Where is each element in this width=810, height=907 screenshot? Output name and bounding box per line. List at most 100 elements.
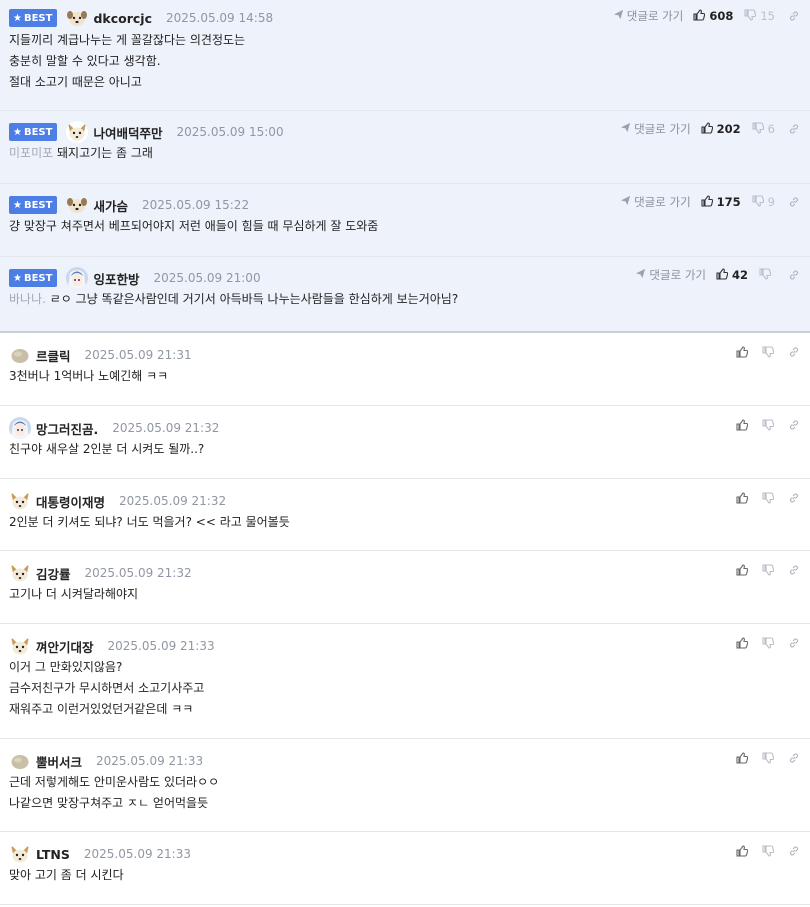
- link-icon[interactable]: [788, 845, 800, 857]
- thumbs-up-icon[interactable]: [736, 752, 748, 764]
- dislike-button[interactable]: 6: [752, 121, 775, 137]
- comment-actions: [736, 416, 800, 434]
- avatar[interactable]: [66, 267, 89, 289]
- best-badge: ★ BEST: [9, 9, 58, 27]
- send-arrow-icon: [620, 195, 634, 209]
- star-icon: ★: [13, 12, 22, 24]
- nickname[interactable]: 망그러진곰.: [36, 419, 98, 438]
- link-icon[interactable]: [788, 10, 800, 22]
- nickname[interactable]: 김강률: [36, 564, 71, 583]
- best-comment: ★ BEST dkcorcjc 2025.05.09 14:58 지들끼리 계급나누는 …: [0, 0, 810, 111]
- comment-actions: [736, 634, 800, 652]
- best-comment: ★ BEST 잉포한방 2025.05.09 21:00 바나나. ㄹㅇ 그냥 똑같은사…: [0, 257, 810, 333]
- comment-text: 2인분 더 키셔도 되냐? 너도 먹을거? << 라고 물어볼듯: [9, 512, 290, 533]
- comment-text: 미포미포 돼지고기는 좀 그래: [9, 143, 153, 164]
- link-icon[interactable]: [788, 564, 800, 576]
- link-icon[interactable]: [788, 196, 800, 208]
- go-to-comment-button[interactable]: 댓글로 가기: [620, 194, 691, 210]
- nickname[interactable]: 뿔버서크: [36, 752, 82, 771]
- thumbs-up-icon[interactable]: [736, 346, 748, 358]
- reply-target[interactable]: 미포미포: [9, 146, 57, 160]
- comment-body: 지들끼리 계급나누는 게 꼴갈잖다는 의견정도는 충분히 말할 수 있다고 생각…: [9, 33, 246, 89]
- thumbs-down-icon[interactable]: [762, 637, 774, 649]
- nickname[interactable]: 대통령이재명: [36, 492, 105, 511]
- avatar[interactable]: [66, 7, 89, 29]
- thumbs-up-icon[interactable]: [736, 419, 748, 431]
- avatar[interactable]: [9, 750, 31, 772]
- avatar[interactable]: [9, 490, 31, 512]
- comment: 뿔버서크 2025.05.09 21:33 근데 저렇게해도 안미운사람도 있더라ㅇ…: [0, 739, 810, 832]
- thumbs-down-icon[interactable]: [762, 492, 774, 504]
- thumbs-up-icon[interactable]: [736, 492, 748, 504]
- comment-text: 고기나 더 시켜달라해야지: [9, 584, 138, 605]
- thumbs-down-icon[interactable]: [762, 752, 774, 764]
- send-arrow-icon: [620, 122, 634, 136]
- dislike-button[interactable]: [759, 267, 775, 283]
- comment: 망그러진곰. 2025.05.09 21:32 친구야 새우살 2인분 더 시켜도 …: [0, 406, 810, 479]
- like-button[interactable]: 175: [701, 194, 741, 210]
- link-icon[interactable]: [788, 123, 800, 135]
- best-badge: ★ BEST: [9, 123, 58, 141]
- comment-body: 이거 그 만화있지않음? 금수저친구가 무시하면서 소고기사주고 재워주고 이런…: [9, 660, 205, 716]
- nickname[interactable]: 새가슴: [93, 196, 128, 215]
- dislike-button[interactable]: 15: [744, 8, 775, 24]
- comment-header: 망그러진곰. 2025.05.09 21:32: [9, 417, 219, 439]
- like-button[interactable]: 202: [701, 121, 741, 137]
- link-icon[interactable]: [788, 269, 800, 281]
- dislike-button[interactable]: 9: [752, 194, 775, 210]
- thumbs-up-icon[interactable]: [736, 637, 748, 649]
- avatar[interactable]: [9, 843, 31, 865]
- comment-actions: [736, 749, 800, 767]
- nickname[interactable]: 껴안기대장: [36, 637, 94, 656]
- comment-date: 2025.05.09 15:00: [176, 125, 284, 139]
- avatar[interactable]: [9, 417, 31, 439]
- link-icon[interactable]: [788, 752, 800, 764]
- comment-header: 대통령이재명 2025.05.09 21:32: [9, 490, 226, 512]
- like-button[interactable]: 608: [693, 8, 733, 24]
- comment-date: 2025.05.09 21:33: [83, 847, 191, 861]
- thumbs-down-icon[interactable]: [762, 419, 774, 431]
- comment-header: LTNS 2025.05.09 21:33: [9, 843, 191, 865]
- go-to-comment-button[interactable]: 댓글로 가기: [613, 8, 683, 24]
- thumbs-up-icon: [701, 121, 717, 137]
- nickname[interactable]: LTNS: [36, 847, 70, 862]
- thumbs-down-icon[interactable]: [762, 845, 774, 857]
- comment-actions: 댓글로 가기 175 9: [620, 193, 800, 211]
- go-to-comment-button[interactable]: 댓글로 가기: [620, 121, 691, 137]
- comment-text: 맞아 고기 좀 더 시킨다: [9, 865, 124, 886]
- nickname[interactable]: 나여배덕쭈만: [93, 123, 162, 142]
- comment-body: 근데 저렇게해도 안미운사람도 있더라ㅇㅇ 나같으면 맞장구쳐주고 ㅈㄴ 얻어먹…: [9, 775, 220, 810]
- thumbs-down-icon: [752, 194, 768, 210]
- thumbs-down-icon: [752, 121, 768, 137]
- comment-body: 맞아 고기 좀 더 시킨다: [9, 868, 124, 882]
- avatar[interactable]: [66, 121, 89, 143]
- thumbs-up-icon[interactable]: [736, 564, 748, 576]
- link-icon[interactable]: [788, 492, 800, 504]
- comment-body: 2인분 더 키셔도 되냐? 너도 먹을거? << 라고 물어볼듯: [9, 515, 290, 529]
- go-to-comment-button[interactable]: 댓글로 가기: [635, 267, 706, 283]
- comment-body: 3천버나 1억버나 노예긴해 ㅋㅋ: [9, 369, 169, 383]
- nickname[interactable]: 르클릭: [36, 346, 71, 365]
- best-comment: ★ BEST 나여배덕쭈만 2025.05.09 15:00 미포미포 돼지고기는 좀 …: [0, 111, 810, 184]
- link-icon[interactable]: [788, 419, 800, 431]
- comment-actions: [736, 489, 800, 507]
- link-icon[interactable]: [788, 637, 800, 649]
- avatar[interactable]: [66, 194, 89, 216]
- comment-date: 2025.05.09 21:33: [107, 639, 215, 653]
- nickname[interactable]: 잉포한방: [93, 269, 139, 288]
- link-icon[interactable]: [788, 346, 800, 358]
- avatar[interactable]: [9, 635, 31, 657]
- avatar[interactable]: [9, 344, 31, 366]
- reply-target[interactable]: 바나나.: [9, 292, 50, 306]
- comment-date: 2025.05.09 21:00: [153, 271, 261, 285]
- comment-actions: 댓글로 가기 202 6: [620, 120, 800, 138]
- like-button[interactable]: 42: [716, 267, 748, 283]
- thumbs-up-icon[interactable]: [736, 845, 748, 857]
- thumbs-down-icon[interactable]: [762, 346, 774, 358]
- comment-text: 걍 맞장구 쳐주면서 베프되어야지 저런 애들이 힘들 때 무심하게 잘 도와줌: [9, 216, 378, 237]
- thumbs-down-icon: [759, 267, 775, 283]
- thumbs-down-icon[interactable]: [762, 564, 774, 576]
- avatar[interactable]: [9, 562, 31, 584]
- comment: 껴안기대장 2025.05.09 21:33 이거 그 만화있지않음? 금수저친구가…: [0, 624, 810, 739]
- nickname[interactable]: dkcorcjc: [93, 11, 152, 26]
